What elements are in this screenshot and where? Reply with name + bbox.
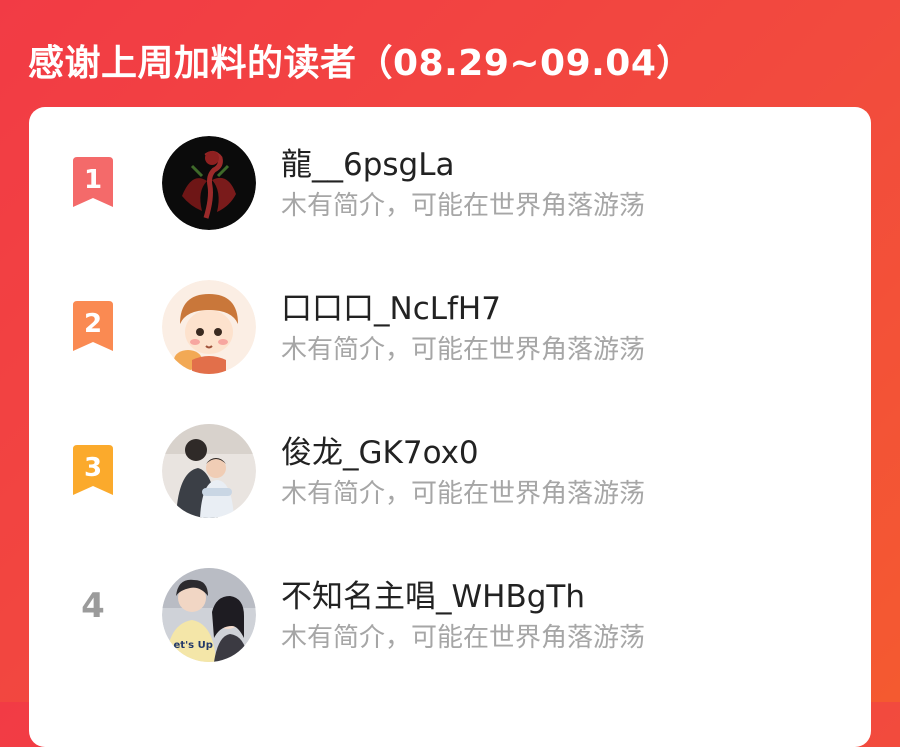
couple-selfie-photo: Let's Up [162,568,256,662]
reader-list-card: 1 龍__6psgLa 木有简介，可能在世界角落游荡 2 口口口_NcLfH7 … [29,107,871,747]
rank-badge-silver-ribbon: 2 [69,301,117,353]
page-title: 感谢上周加料的读者（08.29~09.04） [28,43,693,84]
avatar[interactable]: Let's Up [162,568,256,662]
svg-text:Let's Up: Let's Up [167,640,213,651]
rank-number: 4 [81,586,105,626]
reader-bio: 木有简介，可能在世界角落游荡 [281,479,646,509]
rank-badge-gold-ribbon: 1 [69,157,117,209]
reader-name[interactable]: 俊龙_GK7ox0 [281,427,479,472]
reader-bio: 木有简介，可能在世界角落游荡 [281,335,646,365]
parent-with-baby-photo [162,424,256,518]
cartoon-boy-avatar-image [162,280,256,374]
rank-badge-bronze-ribbon: 3 [69,445,117,497]
reader-row[interactable]: 4 Let's Up 不知名主唱_WHBgTh 木有简介，可能在世界角落游荡 [29,539,871,662]
reader-row[interactable]: 1 龍__6psgLa 木有简介，可能在世界角落游荡 [29,107,871,230]
reader-name[interactable]: 不知名主唱_WHBgTh [281,571,585,616]
reader-bio: 木有简介，可能在世界角落游荡 [281,191,646,221]
reader-row[interactable]: 3 俊龙_GK7ox0 木有简介，可能在世界角落游荡 [29,395,871,518]
rank-number: 2 [84,309,102,339]
reader-name[interactable]: 口口口_NcLfH7 [281,283,501,328]
reader-bio: 木有简介，可能在世界角落游荡 [281,623,646,653]
reader-row[interactable]: 2 口口口_NcLfH7 木有简介，可能在世界角落游荡 [29,251,871,374]
dragon-avatar-image [162,136,256,230]
reader-name[interactable]: 龍__6psgLa [281,139,455,184]
avatar[interactable] [162,280,256,374]
avatar[interactable] [162,424,256,518]
rank-number: 1 [84,165,102,195]
rank-number: 3 [84,453,102,483]
avatar[interactable] [162,136,256,230]
